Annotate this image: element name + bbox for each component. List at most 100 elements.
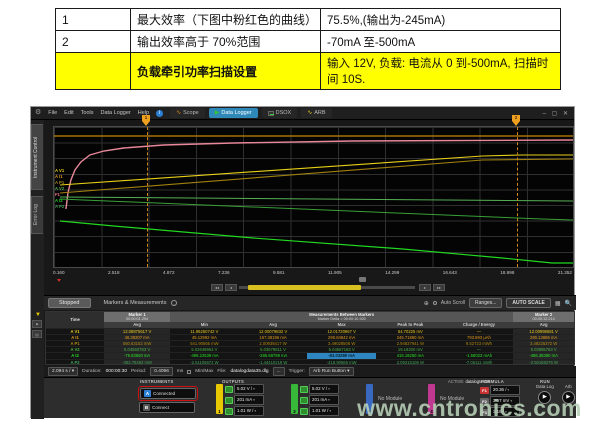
summary-row: 1最大效率（下图中粉红色的曲线）75.5%,(输出为-245mA) xyxy=(56,9,561,31)
marker-flag-2[interactable]: 2 xyxy=(512,115,520,126)
scroll-left-icon[interactable]: ◂◂ xyxy=(211,284,223,291)
period-input[interactable]: 0.4096 xyxy=(150,367,173,376)
auto-scroll-checkbox[interactable] xyxy=(433,301,437,305)
channel-labels: A V1A I1A P1A V2F1A I2A P2 xyxy=(55,169,64,210)
chevron-down-icon: ▾ xyxy=(506,388,509,392)
axis-start-marker xyxy=(57,279,61,282)
summary-row-label: 最大效率（下图中粉红色的曲线） xyxy=(131,9,321,31)
gear-icon[interactable]: ⚙ xyxy=(35,108,41,118)
module-number: 1 xyxy=(216,409,223,414)
meas-header-groups: TimeMarker 100:00:01.294Measurements Bet… xyxy=(46,312,574,322)
summary-row-number: 1 xyxy=(56,9,131,31)
menu-item-edit[interactable]: Edit xyxy=(64,110,73,116)
instrument-tabs: ∿Scope ▶Data Logger DSOX∿ARB xyxy=(170,108,331,118)
autoscale-button[interactable]: AUTO SCALE xyxy=(506,298,550,308)
page: 1最大效率（下图中粉红色的曲线）75.5%,(输出为-245mA)2输出效率高于… xyxy=(0,0,600,422)
trigger-dropdown[interactable]: Arb Run Button ▾ xyxy=(309,367,354,376)
tab-data-logger[interactable]: ▶Data Logger xyxy=(209,108,258,118)
instrument-a-button[interactable]: A Connected xyxy=(140,388,196,399)
filter-funnel-icon[interactable]: ▼ xyxy=(32,312,44,318)
output-value-dropdown[interactable]: 1.01 W / ▾ xyxy=(234,406,264,416)
scroll-right-small-icon[interactable]: ▸ xyxy=(419,284,431,291)
watermark: www.cntronics.com xyxy=(357,395,582,422)
summary-row-value: -70mA 至-500mA xyxy=(321,31,561,53)
period-label: Period: xyxy=(131,369,146,374)
output-value-dropdown[interactable]: 201 mA ▾ xyxy=(234,395,264,405)
module-values: 5.02 V / ▾201 mA ▾1.01 W / ▾ xyxy=(300,384,339,416)
magnifier-icon[interactable]: 🔍 xyxy=(565,300,572,307)
output-value-dropdown[interactable]: 5.02 V / ▾ xyxy=(309,384,339,394)
time-axis: 0.1602.5184.8727.2369.58111.90514.29916.… xyxy=(53,270,574,278)
menu-item-file[interactable]: File xyxy=(48,110,57,116)
timescale-dropdown[interactable]: 2.094 s / ▾ xyxy=(48,367,78,376)
waveform-chart[interactable]: A V1A I1A P1A V2F1A I2A P2 xyxy=(53,126,574,268)
trigger-label: Trigger: xyxy=(289,369,305,374)
channel-label-ai1: A I1 xyxy=(55,175,64,180)
cursor-chart-icon[interactable]: ▦ xyxy=(555,300,561,307)
instruments-header: INSTRUMENTS xyxy=(140,379,174,384)
output-value-dropdown[interactable]: 201 mA ▾ xyxy=(309,395,339,405)
browse-button[interactable]: ... xyxy=(273,367,285,376)
connected-highlight-box: A Connected xyxy=(138,386,198,401)
minmax-checkbox[interactable] xyxy=(187,370,191,374)
file-label: File: xyxy=(217,369,226,374)
ranges-button[interactable]: Ranges... xyxy=(469,298,502,308)
scroll-thumb[interactable] xyxy=(248,285,361,290)
tab-arb[interactable]: ∿ARB xyxy=(301,108,331,118)
marker-line-2[interactable] xyxy=(517,127,518,267)
marker-tool-icon[interactable]: ⚑ xyxy=(32,320,42,328)
axis-tick-label: 21.352 xyxy=(558,270,572,278)
channel-label-ap2: A P2 xyxy=(55,205,64,210)
globe-icon[interactable]: ⊕ xyxy=(424,300,429,307)
output-value-dropdown[interactable]: 5.02 V / ▾ xyxy=(234,384,264,394)
module-values: 5.02 V / ▾201 mA ▾1.01 W / ▾ xyxy=(225,384,264,416)
meas-group-between: Measurements Between MarkersMarker Delta… xyxy=(170,312,513,322)
arb-run-label: Arb xyxy=(565,384,572,389)
output-value: 1.01 W / xyxy=(237,408,253,413)
menu-bar: ⚙ FileEditToolsData LoggerHelp i ∿Scope▶… xyxy=(31,107,574,120)
output-value: 201 mA xyxy=(312,397,327,402)
summary-row-label: 输出效率高于 70%范围 xyxy=(131,31,321,53)
scroll-left-small-icon[interactable]: ◂ xyxy=(225,284,237,291)
window-controls[interactable]: – ▢ ✕ xyxy=(543,110,570,117)
output-module-2: 25.02 V / ▾201 mA ▾1.01 W / ▾ xyxy=(291,384,339,416)
collapse-icon[interactable]: – xyxy=(171,300,177,306)
output-value-dropdown[interactable]: 1.01 W / ▾ xyxy=(309,406,339,416)
tab-error-log[interactable]: Error Log xyxy=(31,196,43,234)
output-value: 5.02 V / xyxy=(312,386,327,391)
info-icon[interactable]: i xyxy=(156,110,163,117)
marker-flag-1[interactable]: 1 xyxy=(142,115,150,126)
meas-cell: 2.09215106 W xyxy=(376,359,445,365)
summary-row: 2输出效率高于 70%范围-70mA 至-500mA xyxy=(56,31,561,53)
instrument-b-button[interactable]: B Connect xyxy=(139,402,195,413)
formula-row-f1: F120.36 / ▾ xyxy=(480,385,520,395)
period-unit: ms xyxy=(177,369,183,374)
datalog-run-label: Data Log xyxy=(536,384,554,389)
menu-item-data-logger[interactable]: Data Logger xyxy=(100,110,130,116)
module-value-row: 201 mA ▾ xyxy=(300,395,339,405)
formula-value-dropdown[interactable]: 20.36 / ▾ xyxy=(490,385,520,395)
output-value: 1.01 W / xyxy=(312,408,328,413)
axis-pan-handle[interactable] xyxy=(359,277,366,282)
meas-cell: -7.06111 mWh xyxy=(445,359,514,365)
axis-tick-label: 2.518 xyxy=(108,270,120,278)
stopped-button[interactable]: Stopped xyxy=(48,298,91,308)
menu-item-tools[interactable]: Tools xyxy=(81,110,94,116)
measurements-table-wrap: TimeMarker 100:00:01.294Measurements Bet… xyxy=(45,311,575,365)
module-value-row: 1.01 W / ▾ xyxy=(300,406,339,416)
chevron-down-icon: ▾ xyxy=(252,398,255,402)
trace-a-p1-input-power xyxy=(60,159,573,193)
chevron-down-icon: ▾ xyxy=(252,387,255,391)
scroll-right-icon[interactable]: ▸▸ xyxy=(433,284,445,291)
tab-dsox[interactable]: DSOX xyxy=(262,108,298,118)
channel-label-ap1: A P1 xyxy=(55,181,64,186)
tab-instrument-control[interactable]: Instrument Control xyxy=(31,124,43,190)
marker-line-1[interactable] xyxy=(147,127,148,267)
tab-scope[interactable]: ∿Scope xyxy=(170,108,205,118)
axis-tick-label: 0.160 xyxy=(53,270,65,278)
table-view-icon[interactable]: ▤ xyxy=(32,330,42,338)
chevron-down-icon: ▾ xyxy=(253,409,256,413)
axis-tick-label: 16.643 xyxy=(443,270,457,278)
module-value-row: 5.02 V / ▾ xyxy=(300,384,339,394)
auto-scroll-label: Auto Scroll xyxy=(441,300,465,306)
